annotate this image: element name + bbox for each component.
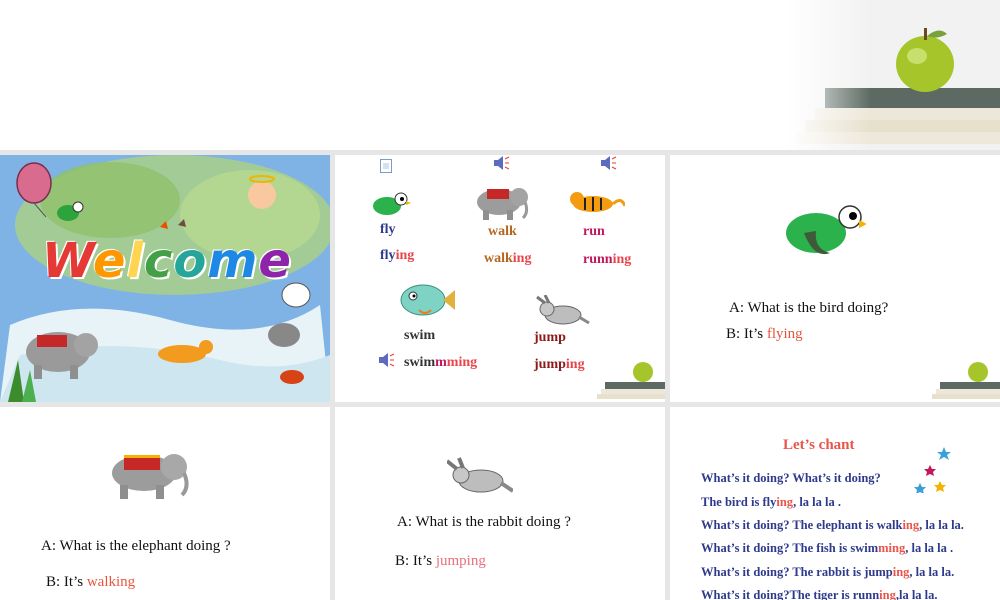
word-stem: fly — [380, 248, 396, 263]
slide-rabbit-question[interactable]: A: What is the rabbit doing ? B: It’s ju… — [335, 407, 665, 600]
chant-suffix: ing — [892, 565, 910, 579]
elephant-icon — [112, 454, 189, 499]
chant-suffix: ming — [878, 541, 906, 555]
answer-text: B: It’s walking — [46, 574, 135, 591]
word-suffix: ing — [612, 252, 632, 267]
welcome-letter: e — [258, 233, 292, 289]
bird-icon — [373, 192, 411, 215]
books-apple-decoration — [932, 362, 1000, 399]
answer-word: flying — [766, 326, 803, 342]
document-icon — [380, 159, 392, 173]
welcome-title: Welcome — [42, 233, 292, 289]
speaker-icon[interactable] — [377, 352, 395, 368]
chant-text: What’s it doing? The elephant is walk — [701, 518, 903, 532]
top-banner — [0, 0, 1000, 150]
rabbit-icon — [536, 295, 590, 325]
word-fly: fly — [380, 222, 396, 237]
word-stem: runn — [583, 252, 613, 267]
chant-text: , la la la . — [905, 541, 954, 555]
word-double-letter: m — [435, 355, 447, 370]
chant-line: What’s it doing? The fish is swimming, l… — [701, 541, 953, 556]
answer-word: jumping — [435, 553, 486, 569]
elephant-icon — [477, 188, 529, 220]
chant-line: The bird is flying, la la la . — [701, 495, 841, 510]
bird-icon — [786, 205, 866, 255]
welcome-letter: m — [207, 233, 259, 289]
welcome-letter: c — [143, 233, 174, 289]
slide-bird-question[interactable]: A: What is the bird doing? B: It’s flyin… — [670, 155, 1000, 402]
question-text: A: What is the bird doing? — [729, 300, 889, 316]
chant-text: The bird is fly — [701, 495, 777, 509]
chant-line: What’s it doing? The rabbit is jumping, … — [701, 565, 954, 580]
word-suffix: ing — [512, 251, 532, 266]
slide-welcome[interactable]: Welcome — [0, 155, 330, 402]
word-flying: flying — [380, 248, 414, 264]
word-stem: jump — [534, 357, 566, 372]
word-swimming: swimmming — [404, 355, 477, 371]
word-walking: walking — [484, 251, 531, 267]
chant-line: What’s it doing? The elephant is walking… — [701, 518, 964, 533]
word-swim: swim — [404, 328, 436, 343]
answer-prefix: B: It’s — [395, 553, 436, 569]
answer-text: B: It’s jumping — [395, 553, 486, 570]
word-running: running — [583, 252, 631, 268]
fish-icon — [400, 284, 455, 316]
answer-text: B: It’s flying — [726, 326, 803, 343]
chant-line: What’s it doing? What’s it doing? — [701, 471, 881, 486]
rabbit-icon — [447, 457, 513, 493]
chant-suffix: ing — [776, 495, 794, 509]
answer-word: walking — [86, 574, 136, 590]
slide-elephant-question[interactable]: A: What is the elephant doing ? B: It’s … — [0, 407, 330, 600]
word-stem: swim — [404, 355, 436, 370]
chant-suffix: ing — [902, 518, 920, 532]
word-walk: walk — [488, 224, 517, 239]
chant-text: What’s it doing?The tiger is runn — [701, 588, 880, 600]
word-jumping: jumping — [534, 357, 585, 373]
chant-suffix: ing — [879, 588, 896, 600]
speaker-icon[interactable] — [599, 155, 617, 171]
welcome-letter: W — [42, 233, 93, 289]
answer-prefix: B: It’s — [46, 574, 87, 590]
word-suffix: ing — [565, 357, 585, 372]
question-text: A: What is the elephant doing ? — [41, 538, 231, 554]
slide-vocabulary[interactable]: fly walk run flying walking running swim… — [335, 155, 665, 402]
question-text: A: What is the rabbit doing ? — [397, 514, 571, 530]
slide-chant[interactable]: Let’s chant What’s it doing? What’s it d… — [670, 407, 1000, 600]
word-stem: walk — [484, 251, 513, 266]
chant-text: What’s it doing? The rabbit is jump — [701, 565, 893, 579]
welcome-letter: o — [173, 233, 208, 289]
speaker-icon[interactable] — [492, 155, 510, 171]
tiger-icon — [570, 192, 625, 212]
answer-prefix: B: It’s — [726, 326, 767, 342]
chant-text: ,la la la. — [895, 588, 938, 600]
stars-decoration — [914, 447, 951, 493]
chant-title: Let’s chant — [783, 437, 855, 453]
books-apple-decoration — [785, 0, 1000, 150]
welcome-letter: e — [92, 233, 127, 289]
chant-text: What’s it doing? What’s it doing? — [701, 471, 881, 485]
chant-text: , la la la. — [919, 518, 964, 532]
chant-line: What’s it doing?The tiger is running,la … — [701, 588, 938, 600]
welcome-letter: l — [126, 233, 144, 289]
chant-text: , la la la . — [793, 495, 841, 509]
chant-text: What’s it doing? The fish is swim — [701, 541, 879, 555]
word-suffix: ing — [395, 248, 415, 263]
word-jump: jump — [534, 330, 566, 345]
word-suffix: ming — [446, 355, 478, 370]
word-run: run — [583, 224, 605, 239]
chant-text: , la la la. — [909, 565, 955, 579]
books-apple-decoration — [597, 362, 665, 399]
